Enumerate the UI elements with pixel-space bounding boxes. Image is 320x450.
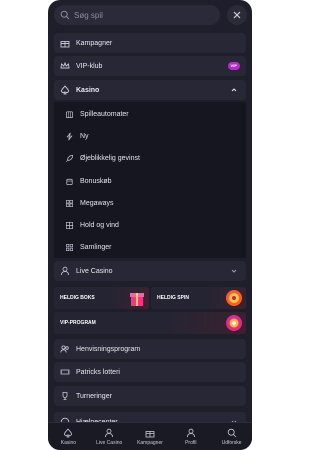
kasino-submenu: Spilleautomater Ny Øjeblikkelig gevinst … [54,102,246,258]
submenu-item-bonuskob[interactable]: Bonuskøb [54,171,246,191]
nav-label: Profil [185,439,197,446]
chevron-up-icon[interactable] [230,86,238,94]
lightning-icon [64,131,74,141]
menu-item-label: Kasino [76,86,100,94]
megaways-icon [64,198,74,208]
menu-item-label: Kampagner [76,39,113,47]
submenu-item-samlinger[interactable]: Samlinger [54,237,246,257]
promo-label: HELDIG SPIN [157,295,189,301]
submenu-item-label: Bonuskøb [80,177,112,185]
submenu-item-label: Megaways [80,199,114,207]
dealer-icon [105,428,114,437]
nav-kasino[interactable]: Kasino [48,423,89,450]
ticket-icon [60,367,70,377]
search-input[interactable] [74,10,204,20]
promo-vip-program[interactable]: VIP-PROGRAM [54,312,246,334]
trophy-icon [60,391,70,401]
bonus-icon [64,176,74,186]
menu-item-label: Turneringer [76,392,112,400]
submenu-item-ojeblikkelig-gevinst[interactable]: Øjeblikkelig gevinst [54,148,246,168]
nav-label: Live Casino [96,439,123,446]
submenu-item-ny[interactable]: Ny [54,126,246,146]
menu-item-turneringer[interactable]: Turneringer [54,386,246,406]
menu-item-vip-klub[interactable]: VIP-klub VIP [54,56,246,76]
menu-item-henvisningsprogram[interactable]: Henvisningsprogram [54,339,246,359]
gift-icon [60,38,70,48]
spade-icon [64,427,73,437]
rocket-icon [64,153,74,163]
nav-label: Kampagner [137,439,163,446]
menu-item-label: Henvisningsprogram [76,345,141,353]
close-icon [233,11,241,19]
gift-box-art-icon [130,293,144,306]
nav-profil[interactable]: Profil [170,423,211,450]
bottom-navigation: Kasino Live Casino Kampagner Profil Udfo… [48,422,252,450]
user-icon [186,428,195,437]
submenu-item-spilleautomater[interactable]: Spilleautomater [54,104,246,124]
crown-icon [60,61,70,71]
nav-udforske[interactable]: Udforske [211,423,252,450]
mobile-menu-panel: Kampagner VIP-klub VIP Kasino Spilleauto… [48,0,252,450]
nav-label: Kasino [60,439,77,446]
submenu-item-label: Hold og vind [80,221,119,229]
vip-badge: VIP [227,62,240,70]
menu-item-label: Patricks lotteri [76,368,120,376]
submenu-item-label: Spilleautomater [80,110,129,118]
promo-heldig-spin[interactable]: HELDIG SPIN [151,287,246,309]
menu-item-label: VIP-klub [76,62,103,70]
menu-item-live-casino[interactable]: Live Casino [54,261,246,281]
referral-icon [60,344,70,354]
submenu-item-label: Ny [80,132,89,140]
dealer-icon [60,266,70,276]
search-box[interactable] [54,5,220,25]
nav-label: Udforske [221,439,242,446]
menu-item-kasino[interactable]: Kasino [54,80,246,100]
close-button[interactable] [227,5,247,25]
hold-win-icon [64,220,74,230]
submenu-item-label: Øjeblikkelig gevinst [80,154,140,162]
menu-item-kampagner[interactable]: Kampagner [54,33,246,53]
wheel-art-icon [226,290,242,306]
search-icon [60,10,70,20]
chevron-down-icon[interactable] [230,267,238,275]
promo-heldig-boks[interactable]: HELDIG BOKS [54,287,149,309]
submenu-item-label: Samlinger [80,243,112,251]
nav-kampagner[interactable]: Kampagner [130,423,171,450]
slot-machine-icon [64,109,74,119]
menu-item-label: Live Casino [76,267,113,275]
nav-live-casino[interactable]: Live Casino [89,423,130,450]
promo-label: VIP-PROGRAM [60,320,96,326]
menu-item-patricks-lotteri[interactable]: Patricks lotteri [54,362,246,382]
explore-search-icon [227,428,236,437]
submenu-item-megaways[interactable]: Megaways [54,193,246,213]
spade-icon [60,85,70,95]
gift-icon [145,430,155,437]
vip-wheel-art-icon [226,315,242,331]
submenu-item-hold-og-vind[interactable]: Hold og vind [54,215,246,235]
promo-label: HELDIG BOKS [60,295,95,301]
collections-icon [64,242,74,252]
